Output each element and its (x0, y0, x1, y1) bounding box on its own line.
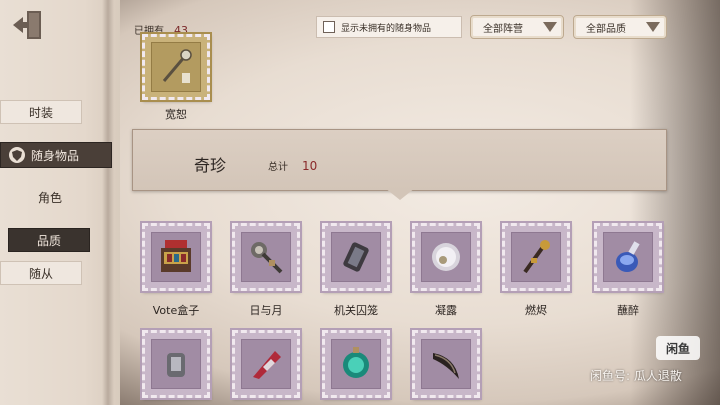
sidebar-item-follower[interactable]: 随从 (0, 261, 82, 285)
dew-orb-icon (421, 232, 471, 282)
potion-bottle-icon (603, 232, 653, 282)
horn-icon (421, 339, 471, 389)
item-stamp[interactable] (594, 223, 662, 291)
watermark-logo-text: 闲鱼 (665, 341, 690, 356)
game-screen: 时装 随身物品 角色 品质 随从 已拥有 43 显示未拥有的随身物品 全部阵营 … (0, 0, 720, 405)
item-stamp[interactable] (142, 330, 210, 398)
exit-door-icon (13, 11, 41, 39)
show-unowned-label: 显示未拥有的随身物品 (341, 23, 432, 34)
sidebar-item-label: 时装 (28, 105, 53, 120)
sidebar-item-label: 随从 (28, 266, 53, 281)
sun-moon-scepter-icon (241, 232, 291, 282)
chevron-down-icon (543, 22, 557, 32)
sidebar-item-costume[interactable]: 时装 (0, 100, 82, 124)
sidebar-item-label: 品质 (36, 233, 61, 248)
item-stamp[interactable] (322, 223, 390, 291)
item-label: Vote盒子 (152, 304, 200, 317)
back-button[interactable] (10, 8, 46, 42)
sidebar-item-label: 角色 (37, 190, 62, 205)
item-stamp-forgive[interactable] (142, 34, 210, 100)
ember-staff-icon (511, 232, 561, 282)
item-label: 机关囚笼 (334, 304, 378, 317)
sidebar-item-label: 随身物品 (31, 148, 80, 163)
xianyu-logo: 闲鱼 (656, 336, 700, 360)
item-stamp[interactable] (322, 330, 390, 398)
item-stamp[interactable] (412, 223, 480, 291)
sidebar-item-character[interactable]: 角色 (0, 185, 100, 209)
green-gem-icon (331, 339, 381, 389)
faction-dropdown-value: 全部阵营 (483, 23, 523, 35)
item-stamp[interactable] (142, 223, 210, 291)
total-count: 10 (302, 159, 318, 173)
quality-dropdown-value: 全部品质 (586, 23, 626, 35)
item-stamp[interactable] (502, 223, 570, 291)
chevron-down-icon (646, 22, 660, 32)
category-title: 奇珍 (194, 156, 227, 175)
crystal-blade-icon (241, 339, 291, 389)
lantern-icon (151, 339, 201, 389)
item-label: 蘸醉 (617, 304, 639, 317)
watermark-text: 闲鱼号: 瓜人退散 (590, 369, 682, 383)
sidebar-item-quality[interactable]: 品质 (8, 228, 90, 252)
item-stamp[interactable] (232, 223, 300, 291)
page-fold-shadow (102, 0, 114, 405)
item-label: 宽恕 (165, 108, 187, 121)
faction-dropdown[interactable]: 全部阵营 (470, 15, 564, 39)
banner-notch (385, 188, 415, 200)
quality-dropdown[interactable]: 全部品质 (573, 15, 667, 39)
mechanism-cage-icon (331, 232, 381, 282)
item-stamp[interactable] (412, 330, 480, 398)
show-unowned-toggle[interactable]: 显示未拥有的随身物品 (316, 16, 462, 38)
item-label: 日与月 (249, 304, 283, 317)
total-label: 总计 (268, 162, 288, 173)
checkbox[interactable] (323, 21, 335, 33)
shield-icon (9, 147, 25, 163)
item-label: 燃烬 (525, 304, 547, 317)
category-total: 总计 10 (268, 158, 317, 173)
vote-box-icon (151, 232, 201, 282)
item-label: 凝露 (435, 304, 457, 317)
sidebar-item-accessories[interactable]: 随身物品 (0, 142, 112, 168)
item-stamp[interactable] (232, 330, 300, 398)
staff-icon (151, 42, 201, 92)
